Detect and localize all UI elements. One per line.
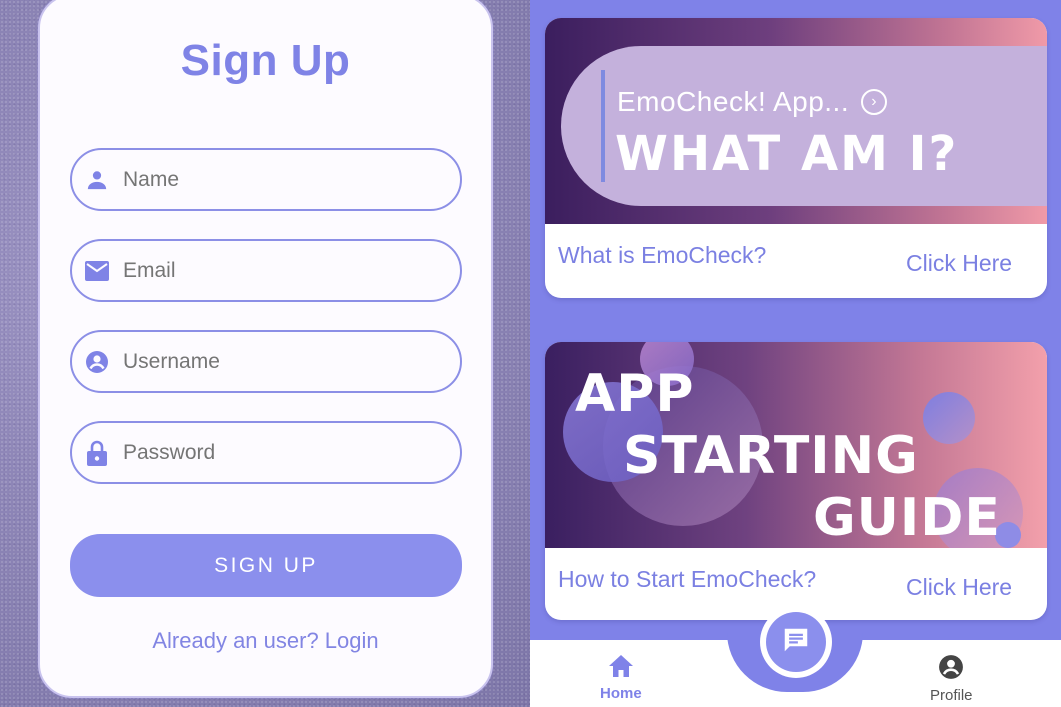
account-circle-icon (938, 654, 964, 685)
account-circle-icon (85, 350, 109, 374)
username-field[interactable] (70, 330, 462, 393)
banner-subtitle: EmoCheck! App... › (617, 86, 888, 118)
click-here-link[interactable]: Click Here (906, 574, 1012, 601)
home-icon (608, 654, 634, 683)
page-title: Sign Up (180, 36, 351, 85)
sign-up-button[interactable]: SIGN UP (70, 534, 462, 597)
card-caption: What is EmoCheck? (558, 242, 767, 268)
username-input[interactable] (123, 349, 423, 374)
password-field[interactable] (70, 421, 462, 484)
password-input[interactable] (123, 440, 423, 465)
banner-accent-bar (601, 70, 605, 182)
name-input[interactable] (123, 167, 423, 192)
nav-home[interactable]: Home (600, 654, 642, 702)
banner-line-1: APP (575, 364, 695, 424)
click-here-link[interactable]: Click Here (906, 250, 1012, 277)
login-link[interactable]: Already an user? Login (40, 628, 491, 654)
nav-profile[interactable]: Profile (930, 654, 973, 704)
banner-subtitle-text: EmoCheck! App... (617, 86, 850, 117)
chat-button[interactable] (760, 606, 832, 678)
name-field[interactable] (70, 148, 462, 211)
email-input[interactable] (123, 258, 423, 283)
chat-button-inner (766, 612, 826, 672)
chat-icon (781, 625, 811, 660)
card-banner: EmoCheck! App... › WHAT AM I? (545, 18, 1047, 224)
what-is-emocheck-card[interactable]: EmoCheck! App... › WHAT AM I? What is Em… (545, 18, 1047, 298)
app-starting-guide-card[interactable]: APP STARTING GUIDE How to Start EmoCheck… (545, 342, 1047, 620)
signup-screen-background: Sign Up SIGN UP Already an (0, 0, 530, 707)
banner-line-3: GUIDE (813, 488, 1001, 548)
chevron-right-circle-icon: › (861, 89, 888, 115)
person-icon (85, 168, 109, 192)
email-field[interactable] (70, 239, 462, 302)
nav-profile-label: Profile (930, 687, 973, 704)
signup-card: Sign Up SIGN UP Already an (38, 0, 493, 698)
home-screen-background: EmoCheck! App... › WHAT AM I? What is Em… (530, 0, 1061, 707)
nav-home-label: Home (600, 685, 642, 702)
card-banner: APP STARTING GUIDE (545, 342, 1047, 548)
banner-line-2: STARTING (623, 426, 919, 486)
decorative-bubble (923, 392, 975, 444)
banner-title: WHAT AM I? (615, 126, 959, 182)
card-caption: How to Start EmoCheck? (558, 566, 817, 592)
lock-icon (85, 440, 109, 466)
mail-icon (85, 259, 109, 283)
